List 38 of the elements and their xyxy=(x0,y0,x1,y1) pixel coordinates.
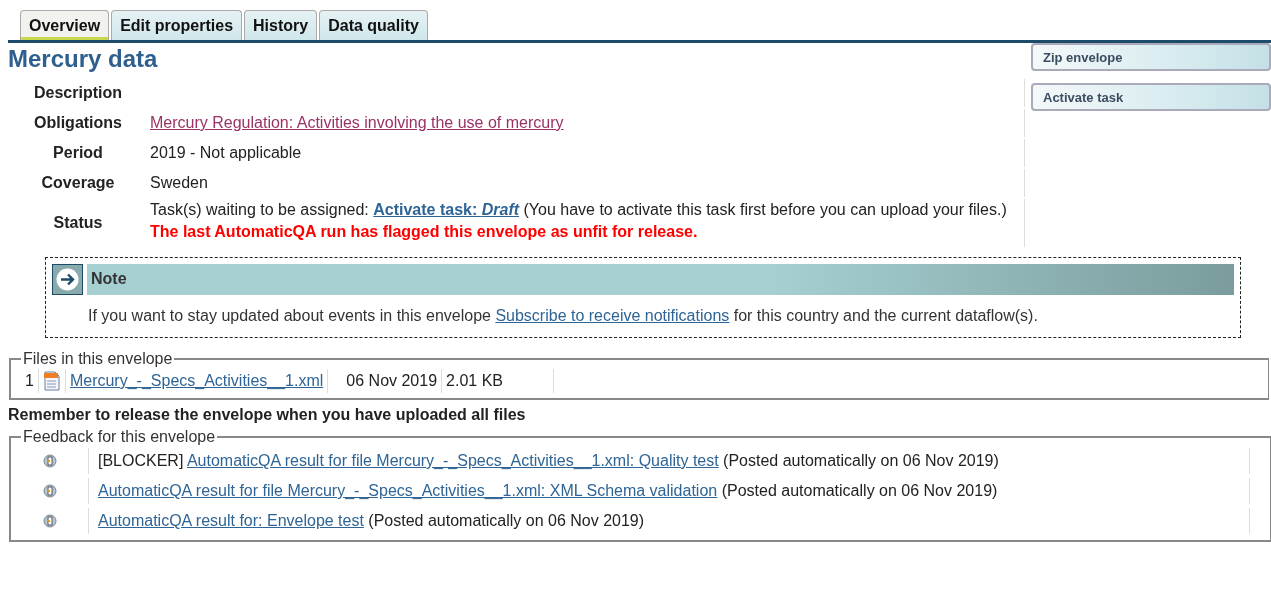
file-link[interactable]: Mercury_-_Specs_Activities__1.xml xyxy=(69,372,324,390)
feedback-legend: Feedback for this envelope xyxy=(21,428,218,446)
property-label: Period xyxy=(53,144,103,162)
file-size: 2.01 KB xyxy=(446,372,503,390)
property-label: Obligations xyxy=(34,114,122,132)
property-label: Coverage xyxy=(41,174,115,192)
note-text: If you want to stay updated about events in this envelope Subscribe to receive notifications for this country and the current dataflow(s). xyxy=(88,306,1039,326)
property-value: Sweden xyxy=(150,173,208,193)
action-button[interactable]: Activate task xyxy=(1031,83,1271,111)
file-date: 06 Nov 2019 xyxy=(346,372,438,390)
tab[interactable]: Overview xyxy=(20,10,110,40)
activate-task-link[interactable]: Activate task: Draft xyxy=(373,201,520,218)
subscribe-link[interactable]: Subscribe to receive notifications xyxy=(495,307,730,324)
feedback-entry: AutomaticQA result for: Envelope test (Posted automatically on 06 Nov 2019) xyxy=(98,512,645,530)
feedback-entry: [BLOCKER] AutomaticQA result for file Mercury_-_Specs_Activities__1.xml: Quality test (Posted automatically on 06 Nov 2019) xyxy=(98,452,999,470)
document-icon xyxy=(42,371,61,391)
bullet-icon xyxy=(43,514,57,528)
action-button[interactable]: Zip envelope xyxy=(1031,43,1271,71)
obligation-link[interactable]: Mercury Regulation: Activities involving the use of mercury xyxy=(150,112,564,134)
files-legend: Files in this envelope xyxy=(21,350,175,368)
qa-warning: The last AutomaticQA run has flagged this envelope as unfit for release. xyxy=(150,222,699,242)
property-value: 2019 - Not applicable xyxy=(150,143,302,163)
tab[interactable]: Edit properties xyxy=(111,10,243,40)
feedback-entry: AutomaticQA result for file Mercury_-_Specs_Activities__1.xml: XML Schema validation (Posted automatically on 06 Nov 2019) xyxy=(98,482,998,500)
property-label: Status xyxy=(53,214,103,232)
status-text: Task(s) waiting to be assigned: Activate task: Draft (You have to activate this task first before you can upload your files.) xyxy=(150,200,1008,220)
tab[interactable]: History xyxy=(244,10,318,40)
bullet-icon xyxy=(43,454,57,468)
tab[interactable]: Data quality xyxy=(319,10,428,40)
page-title: Mercury data xyxy=(8,45,159,73)
feedback-link[interactable]: AutomaticQA result for file Mercury_-_Specs_Activities__1.xml: XML Schema validation xyxy=(98,482,718,499)
property-label: Description xyxy=(34,84,122,102)
feedback-link[interactable]: AutomaticQA result for file Mercury_-_Specs_Activities__1.xml: Quality test xyxy=(186,452,719,469)
bullet-icon xyxy=(43,484,57,498)
note-header: Note xyxy=(87,264,1234,295)
row-number: 1 xyxy=(25,372,34,390)
release-reminder: Remember to release the envelope when you have uploaded all files xyxy=(8,406,526,423)
feedback-link[interactable]: AutomaticQA result for: Envelope test xyxy=(98,512,364,529)
